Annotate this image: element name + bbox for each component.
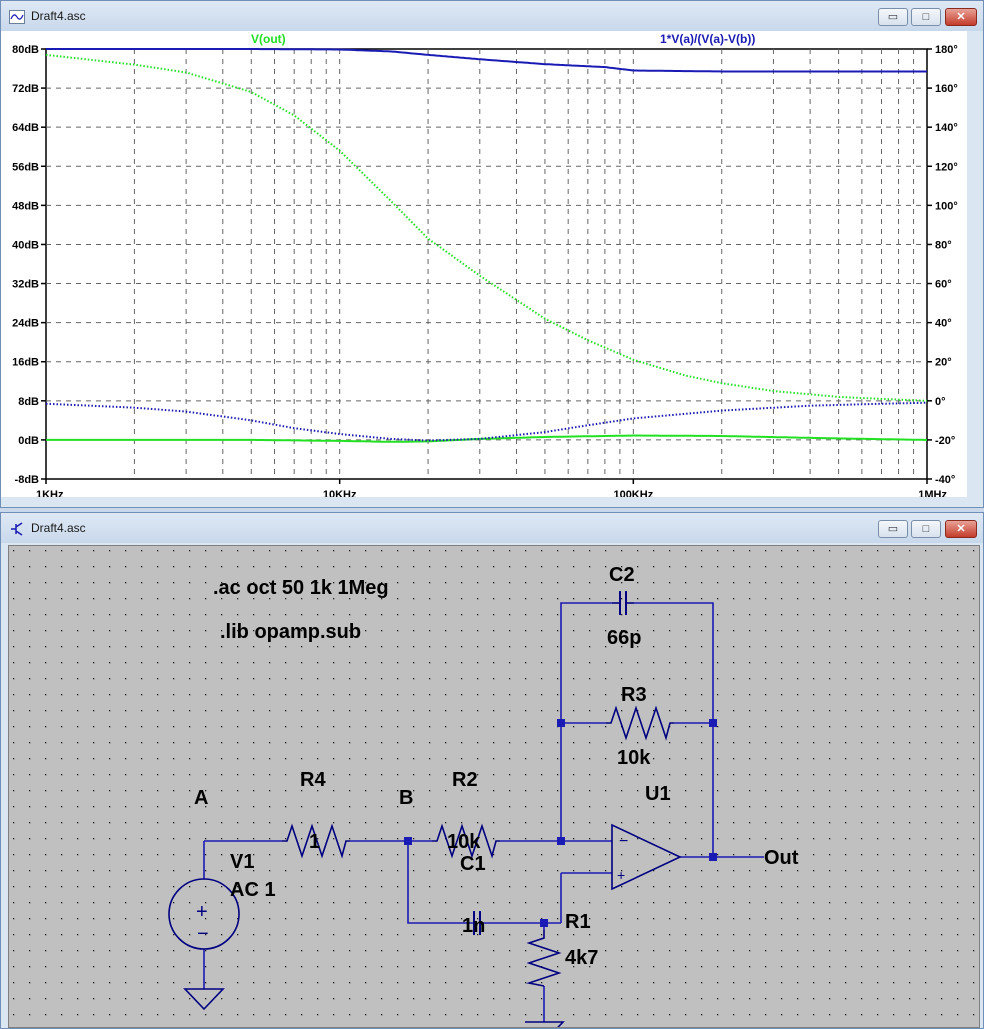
- r4-label[interactable]: R4: [300, 769, 326, 791]
- vout-magnitude-line: [46, 434, 927, 443]
- schematic-window[interactable]: Draft4.asc ▭ □ ✕ .ac oct 50 1k 1Meg .lib…: [0, 512, 984, 1029]
- r4-value[interactable]: 1: [309, 831, 320, 853]
- grid-dots: [9, 546, 979, 1027]
- legend-ratio: 1*V(a)/(V(a)-V(b)): [660, 32, 755, 46]
- y-tick-label-left: 16dB: [12, 357, 39, 369]
- y-tick-label-right: 20°: [935, 357, 952, 369]
- source-minus-sign: −: [197, 923, 209, 945]
- c1-label[interactable]: C1: [460, 853, 486, 875]
- r3-value[interactable]: 10k: [617, 747, 651, 769]
- ratio-magnitude-line: [46, 48, 927, 73]
- minimize-button[interactable]: ▭: [878, 520, 908, 538]
- r2-value[interactable]: 10k: [447, 831, 481, 853]
- y-tick-label-left: 24dB: [12, 318, 39, 330]
- lib-directive[interactable]: .lib opamp.sub: [220, 621, 361, 643]
- ac-directive[interactable]: .ac oct 50 1k 1Meg: [213, 577, 389, 599]
- y-tick-label-left: 56dB: [12, 161, 39, 173]
- y-tick-label-left: 48dB: [12, 200, 39, 212]
- junction-node: [404, 837, 412, 845]
- y-tick-label-right: 0°: [935, 396, 946, 408]
- r1-label[interactable]: R1: [565, 911, 591, 933]
- y-tick-label-right: 180°: [935, 44, 958, 56]
- schematic-canvas[interactable]: .ac oct 50 1k 1Meg .lib opamp.sub − + + …: [8, 545, 980, 1028]
- junction-node: [540, 919, 548, 927]
- y-tick-label-left: 80dB: [12, 44, 39, 56]
- r1-value[interactable]: 4k7: [565, 947, 598, 969]
- y-tick-label-left: 8dB: [18, 396, 39, 408]
- waveform-icon: [9, 10, 25, 24]
- junction-node: [709, 719, 717, 727]
- bode-plot[interactable]: V(out) 1*V(a)/(V(a)-V(b)) 80dB 180° 72dB 16…: [1, 31, 967, 497]
- minimize-button[interactable]: ▭: [878, 8, 908, 26]
- y-tick-label-left: 72dB: [12, 83, 39, 95]
- y-tick-label-right: 80°: [935, 239, 952, 251]
- close-button[interactable]: ✕: [945, 520, 977, 538]
- x-tick-label: 1MHz: [918, 489, 947, 497]
- ratio-phase-line: [45, 401, 927, 442]
- junction-node: [709, 853, 717, 861]
- plot-window-titlebar[interactable]: Draft4.asc ▭ □ ✕: [1, 1, 983, 31]
- x-tick-label: 10KHz: [323, 489, 357, 497]
- transistor-icon: [11, 522, 23, 536]
- y-tick-label-right: 140°: [935, 122, 958, 134]
- y-tick-label-right: 120°: [935, 161, 958, 173]
- junction-node: [557, 719, 565, 727]
- vout-phase-line: [45, 53, 928, 402]
- r2-label[interactable]: R2: [452, 769, 478, 791]
- v1-value[interactable]: AC 1: [230, 879, 276, 901]
- opamp-minus-sign: −: [619, 833, 628, 850]
- plot-series: [45, 48, 928, 443]
- y-tick-label-left: -8dB: [15, 474, 40, 486]
- x-tick-label: 100KHz: [613, 489, 653, 497]
- net-label-out[interactable]: Out: [764, 847, 799, 869]
- net-label-b[interactable]: B: [399, 787, 413, 809]
- c2-label[interactable]: C2: [609, 564, 635, 586]
- plot-ticks: 80dB 180° 72dB 160° 64dB 140° 56dB 120° 48dB 100°…: [12, 44, 958, 497]
- r3-label[interactable]: R3: [621, 684, 647, 706]
- schematic-window-titlebar[interactable]: Draft4.asc ▭ □ ✕: [1, 513, 983, 543]
- close-button[interactable]: ✕: [945, 8, 977, 26]
- y-tick-label-right: 60°: [935, 279, 952, 291]
- u1-label[interactable]: U1: [645, 783, 671, 805]
- opamp-plus-sign: +: [617, 867, 625, 883]
- maximize-button[interactable]: □: [911, 520, 941, 538]
- plot-window[interactable]: Draft4.asc ▭ □ ✕ V(out) 1*V(a)/(V(a)-V(b…: [0, 0, 984, 508]
- y-tick-label-right: 40°: [935, 318, 952, 330]
- c2-value[interactable]: 66p: [607, 627, 641, 649]
- plot-window-title: Draft4.asc: [31, 9, 86, 23]
- source-plus-sign: +: [196, 901, 208, 923]
- y-tick-label-right: -40°: [935, 474, 955, 486]
- y-tick-label-right: 160°: [935, 83, 958, 95]
- y-tick-label-left: 32dB: [12, 279, 39, 291]
- y-tick-label-right: 100°: [935, 200, 958, 212]
- y-tick-label-left: 64dB: [12, 122, 39, 134]
- x-tick-label: 1KHz: [36, 489, 64, 497]
- c1-value[interactable]: 1n: [462, 915, 485, 937]
- v1-label[interactable]: V1: [230, 851, 254, 873]
- y-tick-label-right: -20°: [935, 435, 955, 447]
- maximize-button[interactable]: □: [911, 8, 941, 26]
- plot-frame: [45, 48, 928, 480]
- plot-grid: [45, 48, 928, 480]
- y-tick-label-left: 0dB: [18, 435, 39, 447]
- legend-vout: V(out): [251, 32, 286, 46]
- junction-node: [557, 837, 565, 845]
- y-tick-label-left: 40dB: [12, 239, 39, 251]
- schematic-window-title: Draft4.asc: [31, 521, 86, 535]
- net-label-a[interactable]: A: [194, 787, 208, 809]
